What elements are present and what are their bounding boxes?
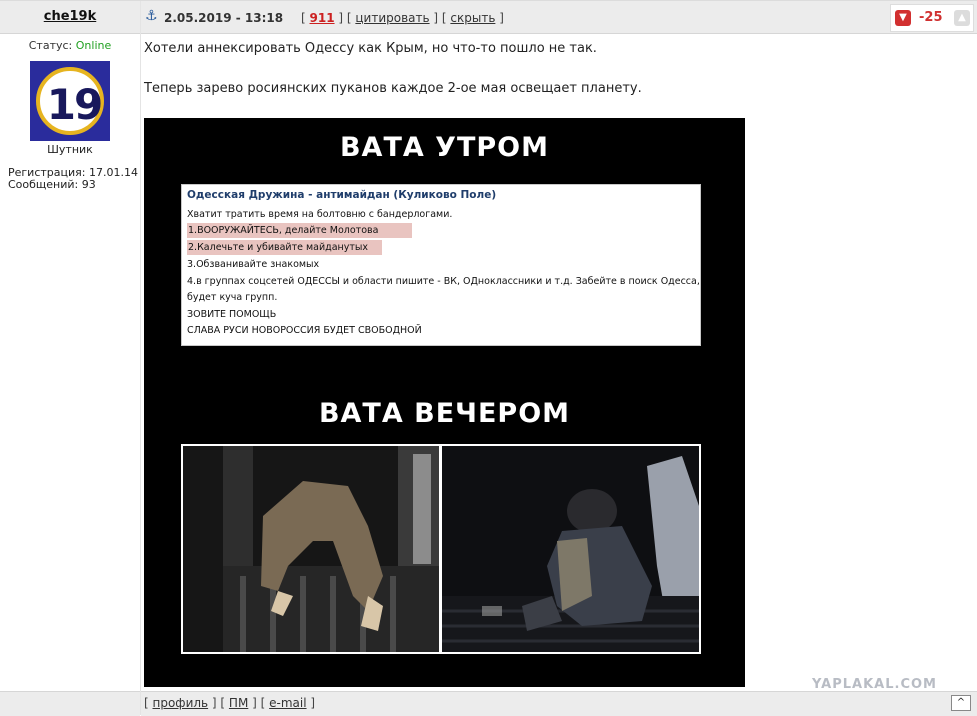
status-online: Online	[75, 39, 112, 52]
user-status: Статус: Online	[0, 39, 140, 52]
panel-line: будет куча групп.	[187, 292, 278, 303]
meme-title-top: ВАТА УТРОМ	[339, 132, 550, 163]
post-number-link[interactable]: 911	[310, 11, 335, 25]
panel-line: ЗОВИТЕ ПОМОЩЬ	[187, 309, 277, 320]
meme-title-bottom: ВАТА ВЕЧЕРОМ	[318, 398, 571, 429]
rating-score: -25	[919, 10, 943, 25]
post-date: 2.05.2019 - 13:18	[164, 11, 284, 25]
panel-line: 2.Калечьте и убивайте майданутых	[187, 240, 383, 255]
user-rank: Шутник	[47, 143, 93, 156]
username-link[interactable]: che19k	[44, 9, 97, 24]
post-header: ⚓ 2.05.2019 - 13:18 [ 911 ] [ цитировать…	[141, 1, 977, 34]
post-footer: [ профиль ] [ ПМ ] [ e-mail ] ^	[141, 691, 977, 716]
message-line-1: Хотели аннексировать Одессу как Крым, но…	[144, 41, 597, 56]
anchor-icon[interactable]: ⚓	[145, 8, 158, 24]
user-stats: Регистрация: 17.01.14 Сообщений: 93	[8, 167, 138, 191]
panel-line: 1.ВООРУЖАЙТЕСЬ, делайте Молотова	[187, 223, 413, 238]
rating-box: ▼ -25 ▲	[890, 4, 974, 32]
avatar-number: 19	[46, 80, 103, 129]
panel-highlight: 2.Калечьте и убивайте майданутых	[187, 240, 383, 255]
panel-line: 4.в группах соцсетей ОДЕССЫ и области пи…	[187, 276, 700, 287]
panel-line: 3.Обзванивайте знакомых	[187, 259, 320, 270]
scroll-up-button[interactable]: ^	[951, 695, 971, 711]
panel-line: Хватит тратить время на болтовню с банде…	[187, 209, 453, 220]
forum-post: che19k Статус: Online 19 Шутник Регистра…	[0, 0, 977, 716]
photo-right-art	[442, 446, 699, 652]
status-label: Статус:	[28, 39, 73, 52]
thumb-down-icon[interactable]: ▼	[895, 10, 911, 26]
avatar[interactable]: 19	[30, 61, 110, 141]
message-line-2: Теперь зарево росиянских пуканов каждое …	[144, 81, 642, 96]
panel-title: Одесская Дружина - антимайдан (Куликово …	[187, 189, 497, 201]
post-actions: [ 911 ] [ цитировать ] [ скрыть ]	[301, 11, 504, 25]
photo-right	[442, 446, 699, 652]
user-footer	[0, 691, 140, 716]
meme-photos	[181, 444, 701, 654]
thumb-up-icon[interactable]: ▲	[954, 10, 970, 26]
panel-highlight: 1.ВООРУЖАЙТЕСЬ, делайте Молотова	[187, 223, 413, 238]
post-message: Хотели аннексировать Одессу как Крым, но…	[144, 41, 964, 121]
photo-left-art	[183, 446, 439, 652]
user-sidebar: che19k Статус: Online 19 Шутник Регистра…	[0, 1, 141, 716]
photo-left	[183, 446, 439, 652]
panel-line: СЛАВА РУСИ НОВОРОССИЯ БУДЕТ СВОБОДНОЙ	[187, 325, 422, 336]
profile-link[interactable]: профиль	[153, 696, 209, 710]
hide-link[interactable]: скрыть	[450, 11, 495, 25]
footer-links: [ профиль ] [ ПМ ] [ e-mail ]	[144, 696, 316, 710]
pm-link[interactable]: ПМ	[229, 696, 248, 710]
user-header: che19k	[0, 1, 140, 34]
meme-image[interactable]: ВАТА УТРОМ Одесская Дружина - антимайдан…	[144, 118, 745, 687]
watermark: YAPLAKAL.COM	[812, 677, 937, 692]
quote-link[interactable]: цитировать	[355, 11, 429, 25]
email-link[interactable]: e-mail	[269, 696, 306, 710]
avatar-ring: 19	[36, 67, 104, 135]
meme-panel: Одесская Дружина - антимайдан (Куликово …	[181, 184, 701, 346]
message-count: Сообщений: 93	[8, 178, 96, 191]
